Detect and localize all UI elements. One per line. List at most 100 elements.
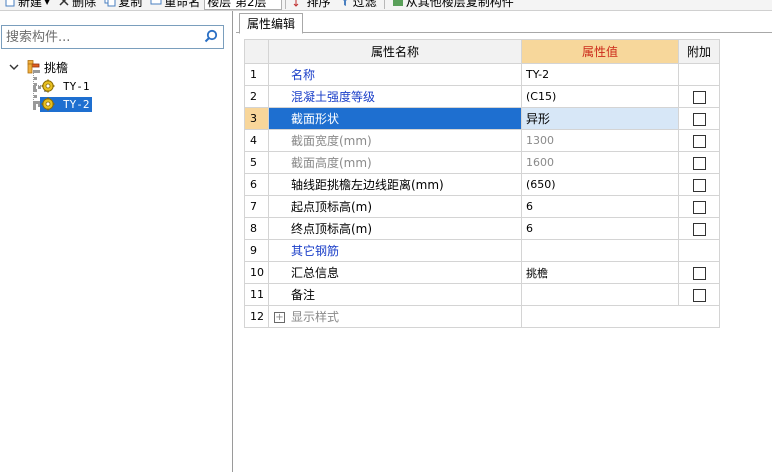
row-number: 11 xyxy=(244,283,269,306)
table-row[interactable]: 6 轴线距挑檐左边线距离(mm) (650) xyxy=(244,173,720,196)
tree-item-ty-2[interactable]: TY-2 xyxy=(0,95,232,113)
gear-component-icon xyxy=(41,97,55,111)
property-value-cell[interactable]: TY-2 xyxy=(521,63,679,86)
table-row[interactable]: 12 + 显示样式 xyxy=(244,305,720,328)
extra-cell xyxy=(678,63,720,86)
attach-checkbox[interactable] xyxy=(692,112,706,126)
filter-button-label: 过滤 xyxy=(352,0,377,9)
toolbar-divider xyxy=(284,0,286,9)
extra-cell xyxy=(678,173,720,196)
row-number: 7 xyxy=(244,195,269,218)
table-row[interactable]: 10 汇总信息 挑檐 xyxy=(244,261,720,284)
property-value-cell[interactable]: 6 xyxy=(521,195,679,218)
table-row[interactable]: 3 截面形状 异形 xyxy=(244,107,720,130)
new-button[interactable]: 新建 ▼ xyxy=(0,0,54,10)
property-name: 轴线距挑檐左边线距离(mm) xyxy=(291,178,444,192)
delete-button-label: 删除 xyxy=(72,0,97,9)
gear-component-icon xyxy=(41,79,55,93)
table-row[interactable]: 9 其它钢筋 xyxy=(244,239,720,262)
grid-header-row: 属性名称 属性值 附加 xyxy=(244,39,720,64)
property-value-cell[interactable]: 挑檐 xyxy=(521,261,679,284)
attach-checkbox[interactable] xyxy=(692,134,706,148)
tree-item-label: TY-1 xyxy=(63,79,90,93)
component-tree-panel: 挑檐 TY-1 xyxy=(0,11,233,472)
property-name-cell: + 显示样式 xyxy=(268,305,522,328)
eave-component-icon xyxy=(24,60,40,74)
property-name-cell: 终点顶标高(m) xyxy=(268,217,522,240)
extra-cell xyxy=(678,283,720,306)
filter-button[interactable]: 过滤 xyxy=(335,0,381,10)
property-name: 汇总信息 xyxy=(291,266,340,280)
table-row[interactable]: 2 混凝土强度等级 (C15) xyxy=(244,85,720,108)
property-value-cell[interactable]: 1300 xyxy=(521,129,679,152)
property-name-cell: 截面宽度(mm) xyxy=(268,129,522,152)
extra-cell xyxy=(678,195,720,218)
rename-button[interactable]: 重命名 xyxy=(146,0,204,10)
attach-checkbox[interactable] xyxy=(692,178,706,192)
sort-icon xyxy=(293,0,305,7)
row-number-header xyxy=(244,39,269,64)
tree-root-label: 挑檐 xyxy=(44,60,69,75)
property-value-cell[interactable]: 异形 xyxy=(521,107,679,130)
rename-button-label: 重命名 xyxy=(164,0,201,9)
property-value-cell[interactable]: (C15) xyxy=(521,85,679,108)
extra-cell xyxy=(678,239,720,262)
sort-button-label: 排序 xyxy=(306,0,331,9)
table-row[interactable]: 5 截面高度(mm) 1600 xyxy=(244,151,720,174)
extra-cell xyxy=(678,107,720,130)
copy-from-floor-button[interactable]: 从其他楼层复制构件 xyxy=(388,0,518,10)
table-row[interactable]: 1 名称 TY-2 xyxy=(244,63,720,86)
search-icon xyxy=(204,29,218,46)
property-value-cell[interactable] xyxy=(521,305,679,328)
filter-icon xyxy=(339,0,351,7)
row-number: 3 xyxy=(244,107,269,130)
property-value-cell[interactable]: (650) xyxy=(521,173,679,196)
extra-header[interactable]: 附加 xyxy=(678,39,720,64)
property-value-header[interactable]: 属性值 xyxy=(521,39,679,64)
property-name-cell: 其它钢筋 xyxy=(268,239,522,262)
extra-cell xyxy=(678,85,720,108)
sort-button[interactable]: 排序 xyxy=(289,0,335,10)
property-value-cell[interactable]: 1600 xyxy=(521,151,679,174)
property-name: 截面高度(mm) xyxy=(291,156,372,170)
copy-button[interactable]: 复制 xyxy=(100,0,146,10)
component-tree: 挑檐 TY-1 TY-2 xyxy=(0,55,232,112)
property-name-cell: 混凝土强度等级 xyxy=(268,85,522,108)
property-value-cell[interactable] xyxy=(521,283,679,306)
tree-root-item[interactable]: 挑檐 xyxy=(0,58,232,76)
tab-property-edit[interactable]: 属性编辑 xyxy=(239,13,304,34)
chevron-down-icon: ▼ xyxy=(44,0,51,6)
expand-plus-icon[interactable]: + xyxy=(274,312,285,323)
extra-cell xyxy=(678,129,720,152)
attach-checkbox[interactable] xyxy=(692,156,706,170)
extra-cell xyxy=(678,261,720,284)
table-row[interactable]: 4 截面宽度(mm) 1300 xyxy=(244,129,720,152)
property-value-cell[interactable] xyxy=(521,239,679,262)
attach-checkbox[interactable] xyxy=(692,200,706,214)
property-name-cell: 轴线距挑檐左边线距离(mm) xyxy=(268,173,522,196)
property-name-header[interactable]: 属性名称 xyxy=(268,39,522,64)
tree-item-ty-1[interactable]: TY-1 xyxy=(0,77,232,95)
tree-item-label: TY-2 xyxy=(61,96,92,112)
attach-checkbox[interactable] xyxy=(692,288,706,302)
attach-checkbox[interactable] xyxy=(692,222,706,236)
property-grid-body: 1 名称 TY-2 2 混凝土强度等级 (C15) 3 截面形状 异形 4 截面宽度(mm) 1300… xyxy=(244,63,720,328)
table-row[interactable]: 11 备注 xyxy=(244,283,720,306)
floor-select[interactable]: 楼层 第2层 xyxy=(204,0,282,10)
property-value-cell[interactable]: 6 xyxy=(521,217,679,240)
attach-checkbox[interactable] xyxy=(692,266,706,280)
property-editor-panel: 属性编辑 属性名称 属性值 附加 1 名称 TY-2 2 混凝土强度等级 (C15) 3 截面… xyxy=(236,11,772,472)
search-input[interactable] xyxy=(2,26,198,48)
attach-checkbox[interactable] xyxy=(692,90,706,104)
row-number: 10 xyxy=(244,261,269,284)
delete-button[interactable]: 删除 xyxy=(54,0,100,10)
search-button[interactable] xyxy=(199,26,223,48)
table-row[interactable]: 8 终点顶标高(m) 6 xyxy=(244,217,720,240)
table-row[interactable]: 7 起点顶标高(m) 6 xyxy=(244,195,720,218)
delete-icon xyxy=(58,0,70,7)
row-number: 2 xyxy=(244,85,269,108)
row-number: 6 xyxy=(244,173,269,196)
toolbar: 新建 ▼ 删除 复制 重命名 楼层 第2层 排序 过滤 从其他楼层复制构件 xyxy=(0,0,772,11)
chevron-down-icon[interactable] xyxy=(8,61,20,73)
row-number: 8 xyxy=(244,217,269,240)
